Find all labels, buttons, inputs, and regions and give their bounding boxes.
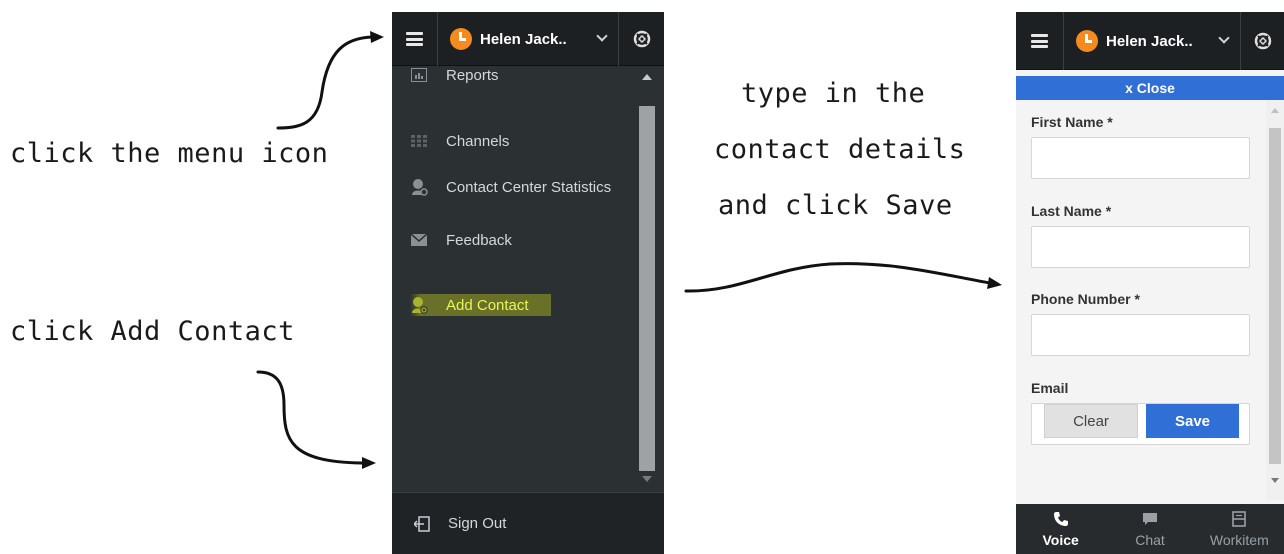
- tab-label: Chat: [1135, 532, 1165, 548]
- arrow-to-add-contact: [256, 370, 364, 465]
- arrow-to-menu: [276, 35, 374, 130]
- add-contact-panel: Helen Jack.. x Close First Name * Last N…: [1016, 12, 1284, 554]
- chevron-down-icon: [1218, 32, 1230, 44]
- email-label: Email: [1031, 380, 1069, 396]
- tab-voice[interactable]: Voice: [1016, 504, 1105, 554]
- scrollbar-thumb[interactable]: [1269, 128, 1281, 464]
- tab-label: Voice: [1042, 532, 1079, 548]
- phone-number-label: Phone Number *: [1031, 291, 1140, 307]
- phone-number-field[interactable]: [1031, 314, 1250, 356]
- save-button[interactable]: Save: [1146, 404, 1239, 438]
- arrow-head-menu: [370, 31, 384, 43]
- top-bar: Helen Jack..: [392, 12, 664, 66]
- lifebuoy-icon: [633, 30, 650, 48]
- add-contact-icon: [410, 296, 428, 314]
- menu-item-channels[interactable]: Channels: [410, 132, 509, 150]
- sign-out-label: Sign Out: [448, 515, 507, 532]
- statistics-icon: [410, 178, 428, 196]
- first-name-label: First Name *: [1031, 114, 1113, 130]
- last-name-field[interactable]: [1031, 226, 1250, 268]
- navigation-menu-panel: Helen Jack.. Reports Channels Contact Ce…: [392, 12, 664, 554]
- clear-button[interactable]: Clear: [1044, 404, 1138, 438]
- user-status-dropdown[interactable]: Helen Jack..: [438, 12, 618, 66]
- chevron-down-icon: [596, 30, 608, 42]
- envelope-icon: [410, 231, 428, 249]
- grid-icon: [410, 132, 428, 150]
- user-name: Helen Jack..: [480, 30, 567, 48]
- sign-out-button[interactable]: Sign Out: [392, 492, 664, 554]
- menu-item-label: Add Contact: [446, 296, 529, 314]
- channel-tab-bar: Voice Chat Workitem: [1016, 504, 1284, 554]
- support-button[interactable]: [618, 12, 664, 66]
- chat-icon: [1142, 510, 1158, 528]
- lifebuoy-icon: [1254, 32, 1271, 50]
- hamburger-icon: [406, 32, 423, 46]
- menu-scrollbar[interactable]: [636, 66, 658, 489]
- sign-out-icon: [414, 515, 430, 532]
- first-name-field[interactable]: [1031, 137, 1250, 179]
- scroll-down-arrow-icon[interactable]: [642, 476, 652, 482]
- arrow-to-form: [684, 262, 992, 293]
- menu-item-label: Channels: [446, 132, 510, 150]
- user-status-dropdown[interactable]: Helen Jack..: [1064, 12, 1240, 70]
- clock-icon: [450, 28, 472, 50]
- scrollbar-thumb[interactable]: [639, 106, 655, 471]
- scroll-up-arrow-icon[interactable]: [1271, 108, 1279, 113]
- arrow-head-add-contact: [362, 457, 376, 469]
- support-button[interactable]: [1240, 12, 1284, 70]
- tab-workitem[interactable]: Workitem: [1195, 504, 1284, 554]
- menu-item-feedback[interactable]: Feedback: [410, 231, 512, 249]
- menu-item-label: Contact Center Statistics: [446, 178, 612, 196]
- last-name-label: Last Name *: [1031, 203, 1112, 219]
- hamburger-icon: [1031, 34, 1048, 48]
- menu-button[interactable]: [392, 12, 438, 66]
- phone-icon: [1053, 510, 1069, 528]
- form-scrollbar[interactable]: [1266, 100, 1284, 500]
- menu-button[interactable]: [1016, 12, 1064, 70]
- arrow-head-form: [987, 277, 1002, 289]
- menu-item-contact-center-statistics[interactable]: Contact Center Statistics: [410, 178, 611, 196]
- reports-icon: [410, 66, 428, 84]
- top-bar: Helen Jack..: [1016, 12, 1284, 70]
- scroll-up-arrow-icon[interactable]: [642, 74, 652, 80]
- scroll-down-arrow-icon[interactable]: [1271, 478, 1279, 483]
- menu-item-label: Feedback: [446, 231, 512, 249]
- menu-item-add-contact[interactable]: Add Contact: [410, 294, 551, 316]
- menu-item-reports[interactable]: Reports: [410, 66, 499, 84]
- workitem-icon: [1232, 510, 1247, 528]
- tab-chat[interactable]: Chat: [1105, 504, 1194, 554]
- close-button[interactable]: x Close: [1016, 76, 1284, 100]
- user-name: Helen Jack..: [1106, 32, 1193, 50]
- menu-item-label: Reports: [446, 66, 499, 84]
- tab-label: Workitem: [1209, 532, 1269, 548]
- clock-icon: [1076, 30, 1098, 52]
